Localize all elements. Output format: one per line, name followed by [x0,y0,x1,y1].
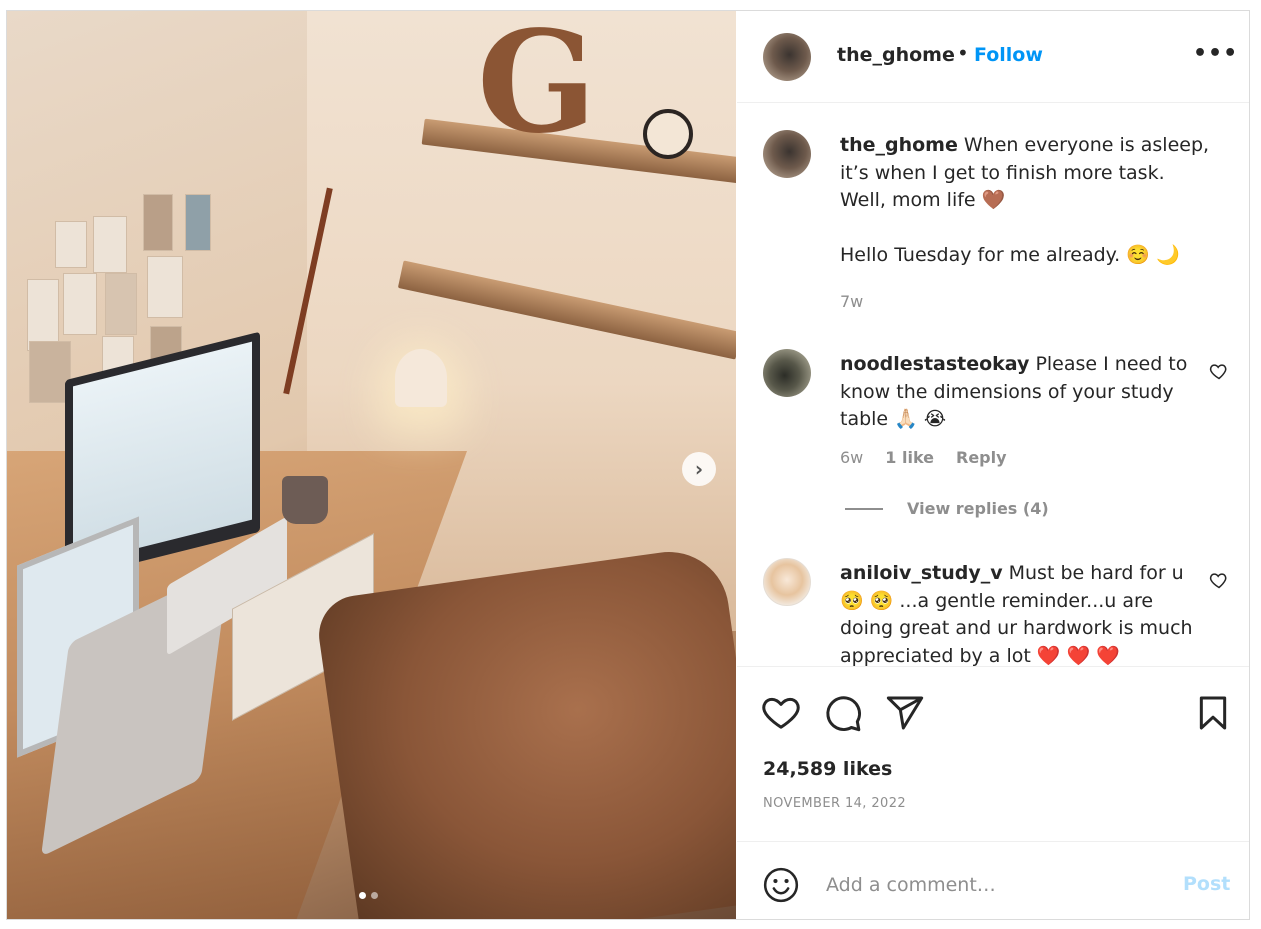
comment-likes[interactable]: 1 like [885,448,934,467]
carousel-dot[interactable] [371,892,378,899]
caption-body-2: Hello Tuesday for me already. ☺️ 🌙 [840,244,1180,266]
avatar[interactable] [763,349,811,397]
carousel-dot[interactable] [359,892,366,899]
header-separator: • [957,41,969,65]
comments-list[interactable]: the_ghome When everyone is asleep, it’s w… [737,103,1249,666]
post-actions: 24,589 likes NOVEMBER 14, 2022 [737,666,1249,821]
heart-icon[interactable] [1209,570,1229,590]
header-username[interactable]: the_ghome [837,44,955,66]
caption-time[interactable]: 7w [840,292,863,311]
photo-mug [282,476,328,524]
comment-text: noodlestasteokay Please I need to know th… [840,351,1210,434]
caption-meta: 7w [840,292,863,311]
comment-time[interactable]: 6w [840,448,863,467]
view-replies-button[interactable]: View replies (4) [845,499,1049,518]
caption-username[interactable]: the_ghome [840,134,958,156]
likes-count[interactable]: 24,589 likes [763,758,892,780]
post-card: G › the_ghome • Follow ••• the_ghome Whe… [6,10,1250,920]
emoji-icon[interactable] [762,866,800,904]
comment-username[interactable]: noodlestasteokay [840,353,1029,375]
share-icon[interactable] [885,693,925,733]
post-photo: G › [7,11,736,919]
heart-icon[interactable] [1209,361,1229,381]
view-replies-label: View replies (4) [907,499,1049,518]
comment-meta: 6w 1 like Reply [840,448,1007,467]
comment-icon[interactable] [823,693,863,733]
comment-text: aniloiv_study_v Must be hard for u 🥺 🥺 ..… [840,560,1210,666]
avatar[interactable] [763,130,811,178]
photo-decor-letter: G [477,11,597,165]
carousel-next-button[interactable]: › [682,452,716,486]
post-sidebar: the_ghome • Follow ••• the_ghome When eve… [737,11,1249,919]
post-header: the_ghome • Follow ••• [737,11,1249,103]
chevron-right-icon: › [694,457,704,481]
comment-username[interactable]: aniloiv_study_v [840,562,1003,584]
post-date[interactable]: NOVEMBER 14, 2022 [763,796,906,811]
post-button[interactable]: Post [1183,873,1230,895]
view-replies-line [845,507,883,510]
comment-input[interactable] [824,866,1168,904]
heart-icon[interactable] [761,693,801,733]
follow-button[interactable]: Follow [974,44,1043,66]
photo-clock [643,109,693,159]
avatar[interactable] [763,33,811,81]
bookmark-icon[interactable] [1193,693,1233,733]
more-icon[interactable]: ••• [1193,41,1238,66]
caption-text: the_ghome When everyone is asleep, it’s w… [840,132,1210,270]
photo-chair [313,544,736,919]
carousel-dots [359,892,378,899]
avatar[interactable] [763,558,811,606]
photo-lamp [395,349,447,407]
reply-button[interactable]: Reply [956,448,1007,467]
add-comment-bar: Post [737,841,1249,919]
